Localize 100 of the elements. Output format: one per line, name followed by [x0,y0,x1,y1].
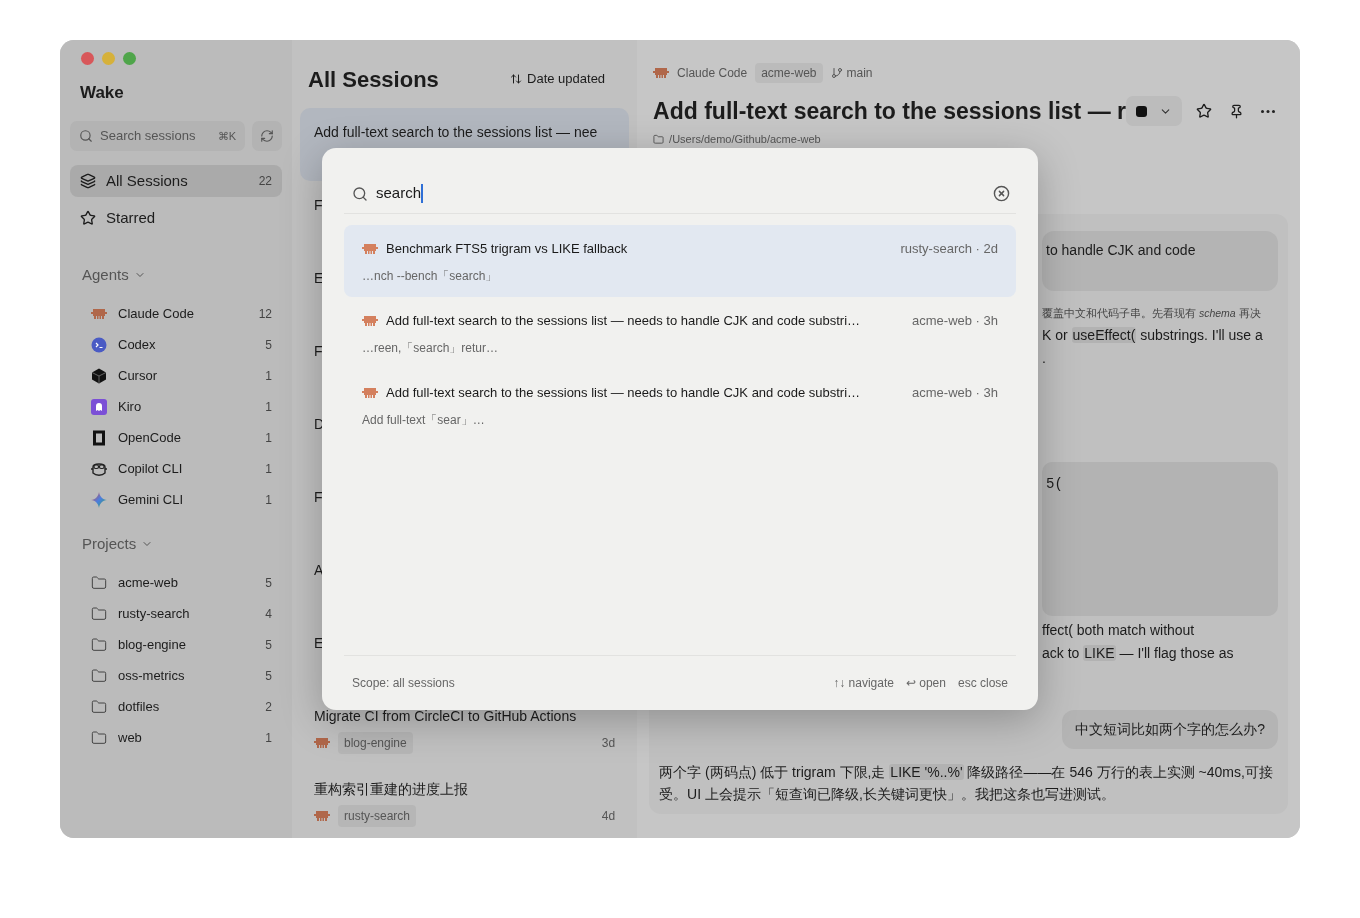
count-label: 1 [265,429,272,447]
sort-icon [510,73,523,85]
agent-item[interactable]: Claude Code 12 [70,298,282,329]
shortcut-hint: ↑↓ navigate [833,675,894,692]
count-label: 1 [265,367,272,385]
result-title: Add full-text search to the sessions list — needs to handle CJK and code substri… [386,312,861,330]
nav-item[interactable]: Starred [70,202,282,234]
agent-item[interactable]: Kiro 1 [70,391,282,422]
code-block: 5( [1042,462,1278,617]
folder-icon [91,729,107,746]
search-result[interactable]: Add full-text search to the sessions list — needs to handle CJK and code substri… acme-web · 3h Add full-text「sear」… [344,369,1016,441]
result-title: Benchmark FTS5 trigram vs LIKE fallback [386,240,628,258]
age-label: 4d [601,808,616,825]
result-snippet: …nch --bench「search」 [362,267,498,285]
count-label: 4 [265,605,272,623]
section-header[interactable]: Projects [82,533,154,555]
shortcut-hint: ↩ open [905,675,946,692]
pixel-creature-icon [653,67,670,79]
search-result[interactable]: Benchmark FTS5 trigram vs LIKE fallback rusty-search · 2d …nch --bench「search」 [344,225,1016,297]
search-result[interactable]: Add full-text search to the sessions list — needs to handle CJK and code substri… acme-web · 3h …reen,「search」retur… [344,297,1016,369]
session-title: Add full-text search to the sessions list — nee [314,123,598,142]
result-snippet: …reen,「search」retur… [362,339,499,357]
result-title: Add full-text search to the sessions list — needs to handle CJK and code substri… [386,384,861,402]
agent-item[interactable]: OpenCode 1 [70,422,282,453]
count-label: 1 [265,491,272,509]
project-item[interactable]: web 1 [70,722,282,753]
folder-icon [653,133,665,145]
star-icon [1196,103,1212,120]
project-item[interactable]: dotfiles 2 [70,691,282,722]
nav-item[interactable]: All Sessions 22 [70,165,282,197]
project-tag: acme-web [755,63,823,83]
message-bubble: to handle CJK and code [1042,230,1278,291]
ghost-icon [91,398,107,415]
sparkle-icon [91,491,107,508]
layers-icon [80,173,96,189]
pixel-creature-icon [362,242,378,255]
shortcut-hint: esc close [957,675,1008,692]
refresh-icon [260,129,274,143]
scope-label: Scope: all sessions [352,675,456,692]
message-text: . [1042,349,1046,368]
count-label: 2 [265,698,272,716]
goggles-face-icon [90,460,108,477]
count-label: 5 [265,636,272,654]
frame-icon [91,429,107,446]
session-title: Add full-text search to the sessions list — r [653,97,1126,126]
close-window-button[interactable] [81,52,94,65]
count-label: 1 [265,460,272,478]
agent-item[interactable]: Codex 5 [70,329,282,360]
result-meta: rusty-search · 2d [900,240,998,258]
agent-item[interactable]: Copilot CLI 1 [70,453,282,484]
message-bubble: 中文短词比如两个字的怎么办? [1062,709,1278,749]
pixel-creature-icon [362,314,378,327]
result-meta: acme-web · 3h [912,384,998,402]
count-label: 5 [265,336,272,354]
more-icon [1261,109,1275,113]
project-tag: blog-engine [338,732,413,754]
cube-icon [91,367,107,384]
session-item[interactable]: Migrate CI from CircleCI to GitHub Actions blog-engine 3d [300,692,630,765]
refresh-button[interactable] [252,121,282,151]
project-tag: rusty-search [338,805,417,827]
session-title: F [314,488,323,507]
terminal-circle-icon [91,336,107,353]
clear-icon[interactable] [993,185,1010,202]
count-label: 5 [265,667,272,685]
agent-label: Claude Code [677,65,748,82]
session-title: Migrate CI from CircleCI to GitHub Actions [314,707,577,726]
result-meta: acme-web · 3h [912,312,998,330]
search-icon [79,129,93,143]
branch-icon [830,67,843,79]
panel-title: All Sessions [308,65,439,94]
agent-item[interactable]: Gemini CLI 1 [70,484,282,515]
project-item[interactable]: rusty-search 4 [70,598,282,629]
agent-item[interactable]: Cursor 1 [70,360,282,391]
project-item[interactable]: oss-metrics 5 [70,660,282,691]
branch-label: main [846,65,873,82]
message-text: K or useEffect( substrings. I'll use a [1042,326,1263,345]
age-label: 3d [601,735,616,752]
sort-button[interactable]: Date updated [510,69,606,89]
count-label: 22 [258,173,272,190]
pixel-creature-icon [91,307,107,320]
project-item[interactable]: blog-engine 5 [70,629,282,660]
pixel-creature-icon [362,386,378,399]
terminal-dropdown[interactable] [1126,96,1182,127]
thinking-note: 覆盖中文和代码子串。先看现有 schema 再决 [1042,305,1262,321]
search-field[interactable]: Search sessions ⌘K [70,121,245,151]
folder-icon [91,667,107,684]
project-item[interactable]: acme-web 5 [70,567,282,598]
app-title: Wake [80,82,124,104]
pixel-creature-icon [314,810,330,822]
session-item[interactable]: 重构索引重建的进度上报 rusty-search 4d [300,765,630,838]
folder-icon [91,636,107,653]
pin-icon [1228,103,1244,119]
shortcut-label: ⌘K [217,128,236,144]
star-icon [80,210,96,226]
search-field[interactable]: search [344,174,1016,214]
message-text: ffect( both match without [1042,621,1195,640]
folder-icon [91,605,107,622]
session-title: 重构索引重建的进度上报 [314,780,468,799]
message-text: ack to LIKE — I'll flag those as [1042,644,1234,663]
section-header[interactable]: Agents [82,264,146,286]
